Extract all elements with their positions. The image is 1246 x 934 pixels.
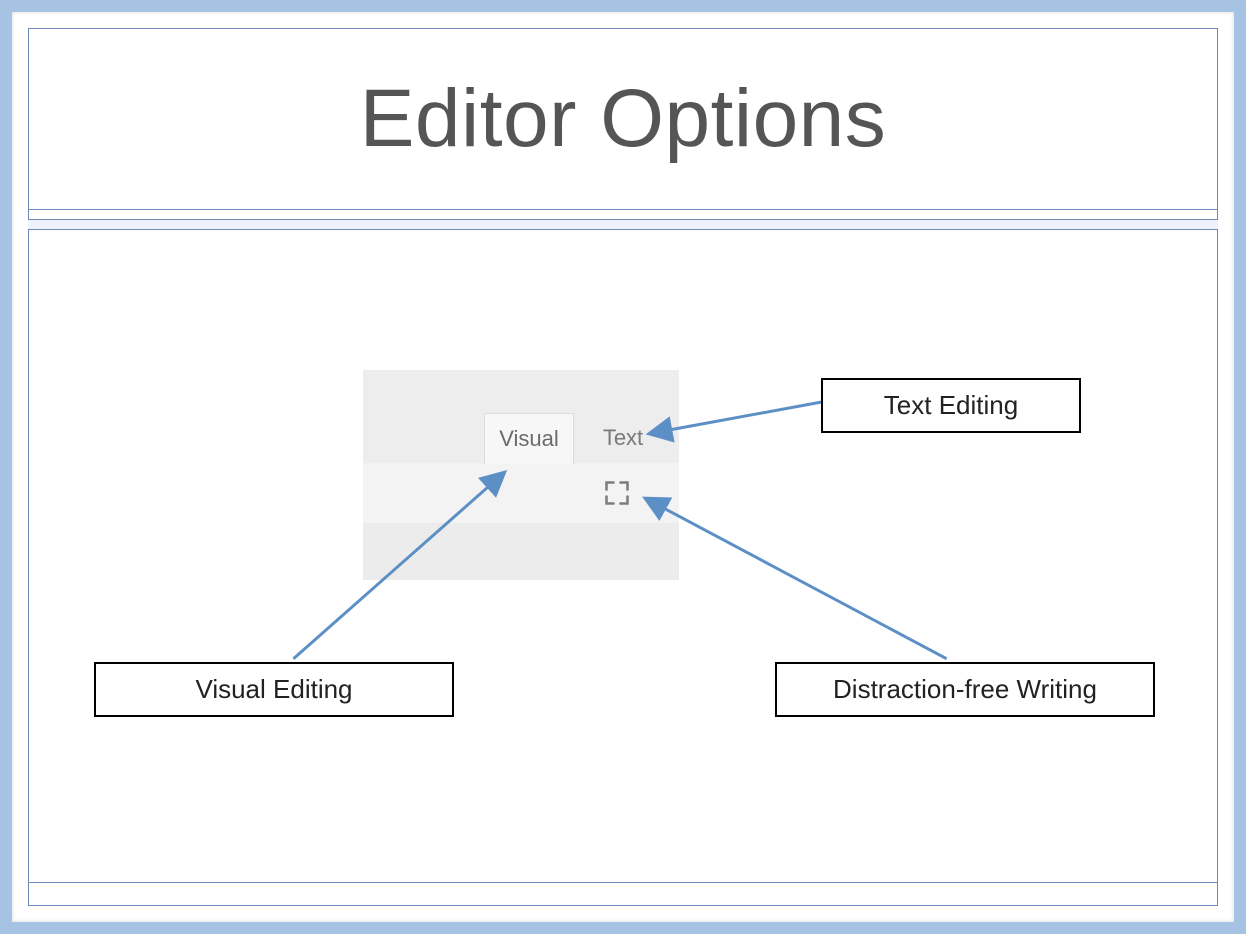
- tab-visual[interactable]: Visual: [484, 413, 574, 464]
- callout-distraction-free: Distraction-free Writing: [775, 662, 1155, 717]
- editor-toolbar-row: [363, 463, 679, 523]
- slide-outer-frame: Editor Options Visual Text: [12, 12, 1234, 922]
- slide-body: Visual Text: [28, 229, 1218, 883]
- editor-tabs-snippet: Visual Text: [363, 370, 679, 580]
- callout-distraction-free-label: Distraction-free Writing: [833, 674, 1097, 704]
- slide-footer-strip: [28, 882, 1218, 906]
- distraction-free-button[interactable]: [603, 479, 631, 507]
- callout-visual-label: Visual Editing: [195, 674, 352, 704]
- callout-text-label: Text Editing: [884, 390, 1018, 420]
- slide-inner-frame: Editor Options Visual Text: [28, 28, 1218, 906]
- callout-text-editing: Text Editing: [821, 378, 1081, 433]
- title-container: Editor Options: [28, 28, 1218, 210]
- slide-title: Editor Options: [360, 72, 887, 166]
- callout-visual-editing: Visual Editing: [94, 662, 454, 717]
- tab-text[interactable]: Text: [579, 413, 667, 463]
- fullscreen-icon: [603, 479, 631, 507]
- tab-text-label: Text: [603, 425, 643, 451]
- tab-visual-label: Visual: [499, 426, 559, 452]
- editor-lower-area: [363, 523, 679, 580]
